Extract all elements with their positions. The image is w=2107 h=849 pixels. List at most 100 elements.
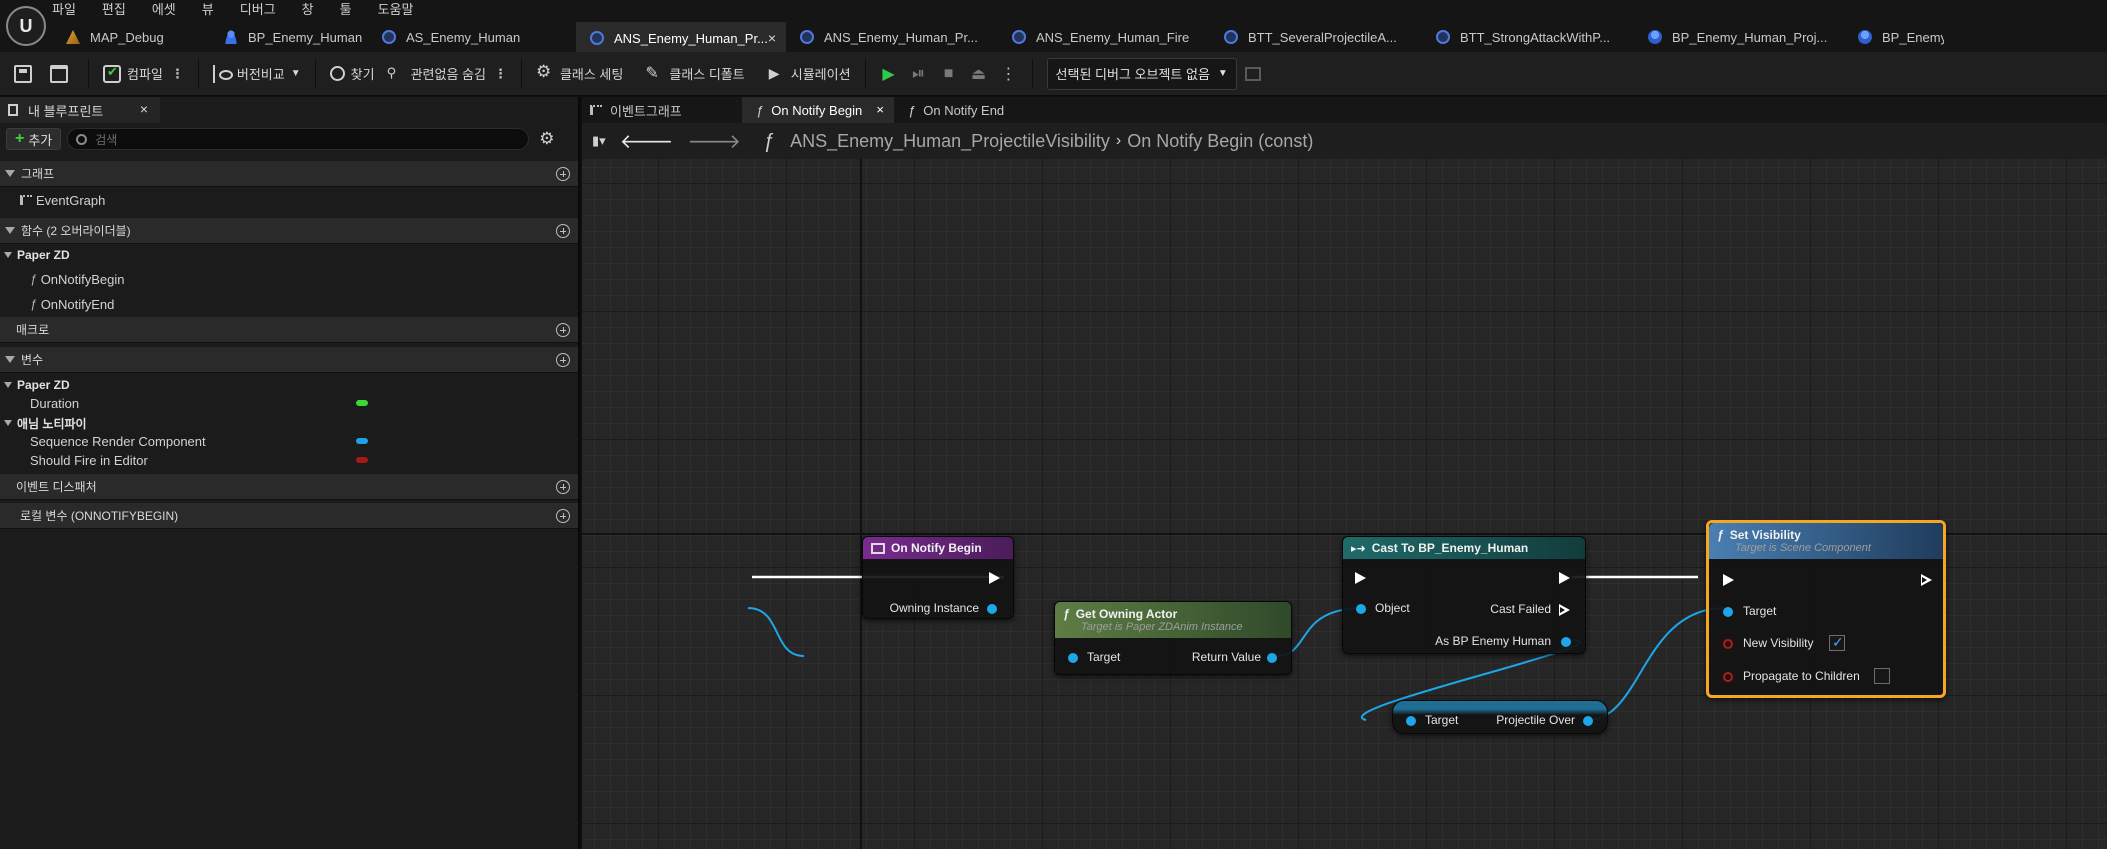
play-icon[interactable]: ▶ <box>877 59 901 89</box>
unreal-logo-icon[interactable]: U <box>6 6 46 46</box>
section-graphs[interactable]: 그래프 <box>0 161 578 187</box>
menu-view[interactable]: 뷰 <box>202 0 214 20</box>
exec-in-pin[interactable] <box>1723 574 1735 586</box>
owning-instance-pin[interactable] <box>987 604 997 614</box>
target-pin[interactable] <box>1723 607 1733 617</box>
close-icon[interactable]: × <box>876 102 884 117</box>
as-bp-enemy-human-pin[interactable] <box>1561 637 1571 647</box>
doc-tab-map-debug[interactable]: MAP_Debug <box>52 22 210 52</box>
debug-filter-icon[interactable] <box>1244 66 1261 81</box>
exec-in-pin[interactable] <box>1355 572 1367 584</box>
doc-tab-bp-enemy-human-proj[interactable]: BP_Enemy_Human_Proj... <box>1634 22 1844 52</box>
menu-debug[interactable]: 디버그 <box>240 0 276 20</box>
add-variable-icon[interactable] <box>556 353 570 367</box>
projectile-over-pin[interactable] <box>1583 716 1593 726</box>
node-get-owning-actor[interactable]: ƒ Get Owning Actor Target is Paper ZDAnim… <box>1054 601 1292 675</box>
category-paper-zd[interactable]: Paper ZD <box>0 246 578 264</box>
save-button[interactable] <box>8 59 44 89</box>
category-paper-zd-vars[interactable]: Paper ZD <box>0 376 578 394</box>
class-defaults-button[interactable]: 클래스 디폴트 <box>639 59 750 89</box>
add-graph-icon[interactable] <box>556 167 570 181</box>
menu-edit[interactable]: 편집 <box>102 0 126 20</box>
list-item-onnotifyend[interactable]: ƒ OnNotifyEnd <box>0 294 578 314</box>
my-blueprint-tab[interactable]: 내 블루프린트 × <box>0 97 160 123</box>
list-item-eventgraph[interactable]: EventGraph <box>0 190 578 210</box>
play-options-icon[interactable]: ⋮ <box>997 59 1021 89</box>
hide-unrelated-button[interactable]: ⚲ 관련없음 숨김 ⋮ <box>381 59 513 89</box>
tab-on-notify-end[interactable]: ƒ On Notify End <box>894 97 1018 123</box>
add-function-icon[interactable] <box>556 224 570 238</box>
add-button[interactable]: + 추가 <box>6 128 62 150</box>
add-macro-icon[interactable] <box>556 323 570 337</box>
data-wire-owning-to-target <box>747 607 805 657</box>
node-cast-to-bp-enemy-human[interactable]: ▸➜ Cast To BP_Enemy_Human Object Cast Fai… <box>1342 536 1586 654</box>
search-input[interactable]: 검색 <box>67 128 530 150</box>
new-visibility-pin[interactable] <box>1723 639 1733 649</box>
menu-file[interactable]: 파일 <box>52 0 76 20</box>
compile-button[interactable]: 컴파일 ⋮ <box>97 59 190 89</box>
step-icon[interactable]: ⏯ <box>907 59 931 89</box>
propagate-to-children-checkbox[interactable] <box>1874 668 1890 684</box>
doc-tab-btt-several-projectile[interactable]: BTT_SeveralProjectileA... <box>1210 22 1422 52</box>
section-variables[interactable]: 변수 <box>0 347 578 373</box>
breadcrumb-blueprint[interactable]: ANS_Enemy_Human_ProjectileVisibility <box>790 131 1110 152</box>
new-visibility-checkbox[interactable] <box>1829 634 1845 651</box>
eject-icon[interactable]: ⏏ <box>967 59 991 89</box>
menu-window[interactable]: 창 <box>302 0 314 20</box>
close-icon[interactable]: × <box>768 30 776 46</box>
node-get-projectile-over[interactable]: Target Projectile Over <box>1392 700 1608 734</box>
return-value-pin[interactable] <box>1267 653 1277 663</box>
close-icon[interactable]: × <box>140 101 148 117</box>
gear-icon[interactable]: ⚙ <box>539 129 554 149</box>
target-pin[interactable] <box>1068 653 1078 663</box>
category-anim-notify[interactable]: 애님 노티파이 <box>0 414 578 432</box>
tab-event-graph[interactable]: 이벤트그래프 <box>582 97 742 123</box>
breadcrumb-function[interactable]: On Notify Begin (const) <box>1127 131 1313 152</box>
object-pin[interactable] <box>1356 604 1366 614</box>
section-event-dispatchers[interactable]: 이벤트 디스패처 <box>0 474 578 500</box>
cast-failed-pin[interactable] <box>1559 604 1571 616</box>
menu-asset[interactable]: 에셋 <box>152 0 176 20</box>
doc-tab-label: BP_Enemy_Human <box>248 29 363 45</box>
find-button[interactable]: 찾기 <box>324 59 381 89</box>
doc-tab-btt-strong-attack[interactable]: BTT_StrongAttackWithP... <box>1422 22 1634 52</box>
node-set-visibility[interactable]: ƒ Set Visibility Target is Scene Componen… <box>1706 520 1946 698</box>
variable-duration[interactable]: Duration <box>0 393 578 413</box>
doc-tab-ans-projectile-visibility[interactable]: ANS_Enemy_Human_Pr... × <box>576 22 786 52</box>
simulation-button[interactable]: 시뮬레이션 <box>761 59 857 89</box>
add-local-variable-icon[interactable] <box>556 509 570 523</box>
browse-button[interactable] <box>44 59 80 89</box>
target-pin[interactable] <box>1406 716 1416 726</box>
bookmark-icon[interactable]: ▮▾ <box>592 133 606 149</box>
debug-object-select[interactable]: 선택된 디버그 오브젝트 없음 ▼ <box>1046 57 1237 90</box>
menu-tools[interactable]: 툴 <box>340 0 352 20</box>
exec-out-pin[interactable] <box>1921 574 1933 586</box>
tab-on-notify-begin[interactable]: ƒ On Notify Begin × <box>742 97 894 123</box>
my-blueprint-panel: 내 블루프린트 × + 추가 검색 ⚙ 그래프 EventGraph 함수 (2 오… <box>0 97 580 849</box>
doc-tab-ans-enemy-human-pr[interactable]: ANS_Enemy_Human_Pr... <box>786 22 998 52</box>
variable-sequence-render-component[interactable]: Sequence Render Component <box>0 431 578 451</box>
hide-options-icon[interactable]: ⋮ <box>494 66 507 82</box>
compile-options-icon[interactable]: ⋮ <box>171 66 184 82</box>
menu-help[interactable]: 도움말 <box>378 0 414 20</box>
exec-out-pin[interactable] <box>989 572 1001 584</box>
doc-tab-as-enemy-human[interactable]: AS_Enemy_Human <box>368 22 576 52</box>
forward-arrow-icon[interactable]: 🡒 <box>687 129 741 154</box>
stop-icon[interactable]: ■ <box>937 59 961 89</box>
diff-button[interactable]: 버전비교 ▼ <box>207 59 307 89</box>
doc-tab-bp-enemy-hu[interactable]: BP_Enemy_Hu <box>1844 22 1944 52</box>
section-functions[interactable]: 함수 (2 오버라이더블) <box>0 218 578 244</box>
section-macros[interactable]: 매크로 <box>0 317 578 343</box>
list-item-onnotifybegin[interactable]: ƒ OnNotifyBegin <box>0 269 578 289</box>
variable-should-fire-in-editor[interactable]: Should Fire in Editor <box>0 450 578 470</box>
add-dispatcher-icon[interactable] <box>556 480 570 494</box>
node-on-notify-begin[interactable]: On Notify Begin Owning Instance <box>862 536 1014 619</box>
doc-tab-bp-enemy-human[interactable]: BP_Enemy_Human <box>210 22 368 52</box>
graph-canvas[interactable]: On Notify Begin Owning Instance ƒ Get Own… <box>582 159 2107 849</box>
back-arrow-icon[interactable]: 🡐 <box>620 129 674 154</box>
exec-out-pin[interactable] <box>1559 572 1571 584</box>
doc-tab-ans-enemy-human-fire[interactable]: ANS_Enemy_Human_Fire <box>998 22 1210 52</box>
section-local-variables[interactable]: 로컬 변수 (ONNOTIFYBEGIN) <box>0 503 578 529</box>
class-settings-button[interactable]: 클래스 세팅 <box>530 59 629 89</box>
propagate-to-children-pin[interactable] <box>1723 672 1733 682</box>
